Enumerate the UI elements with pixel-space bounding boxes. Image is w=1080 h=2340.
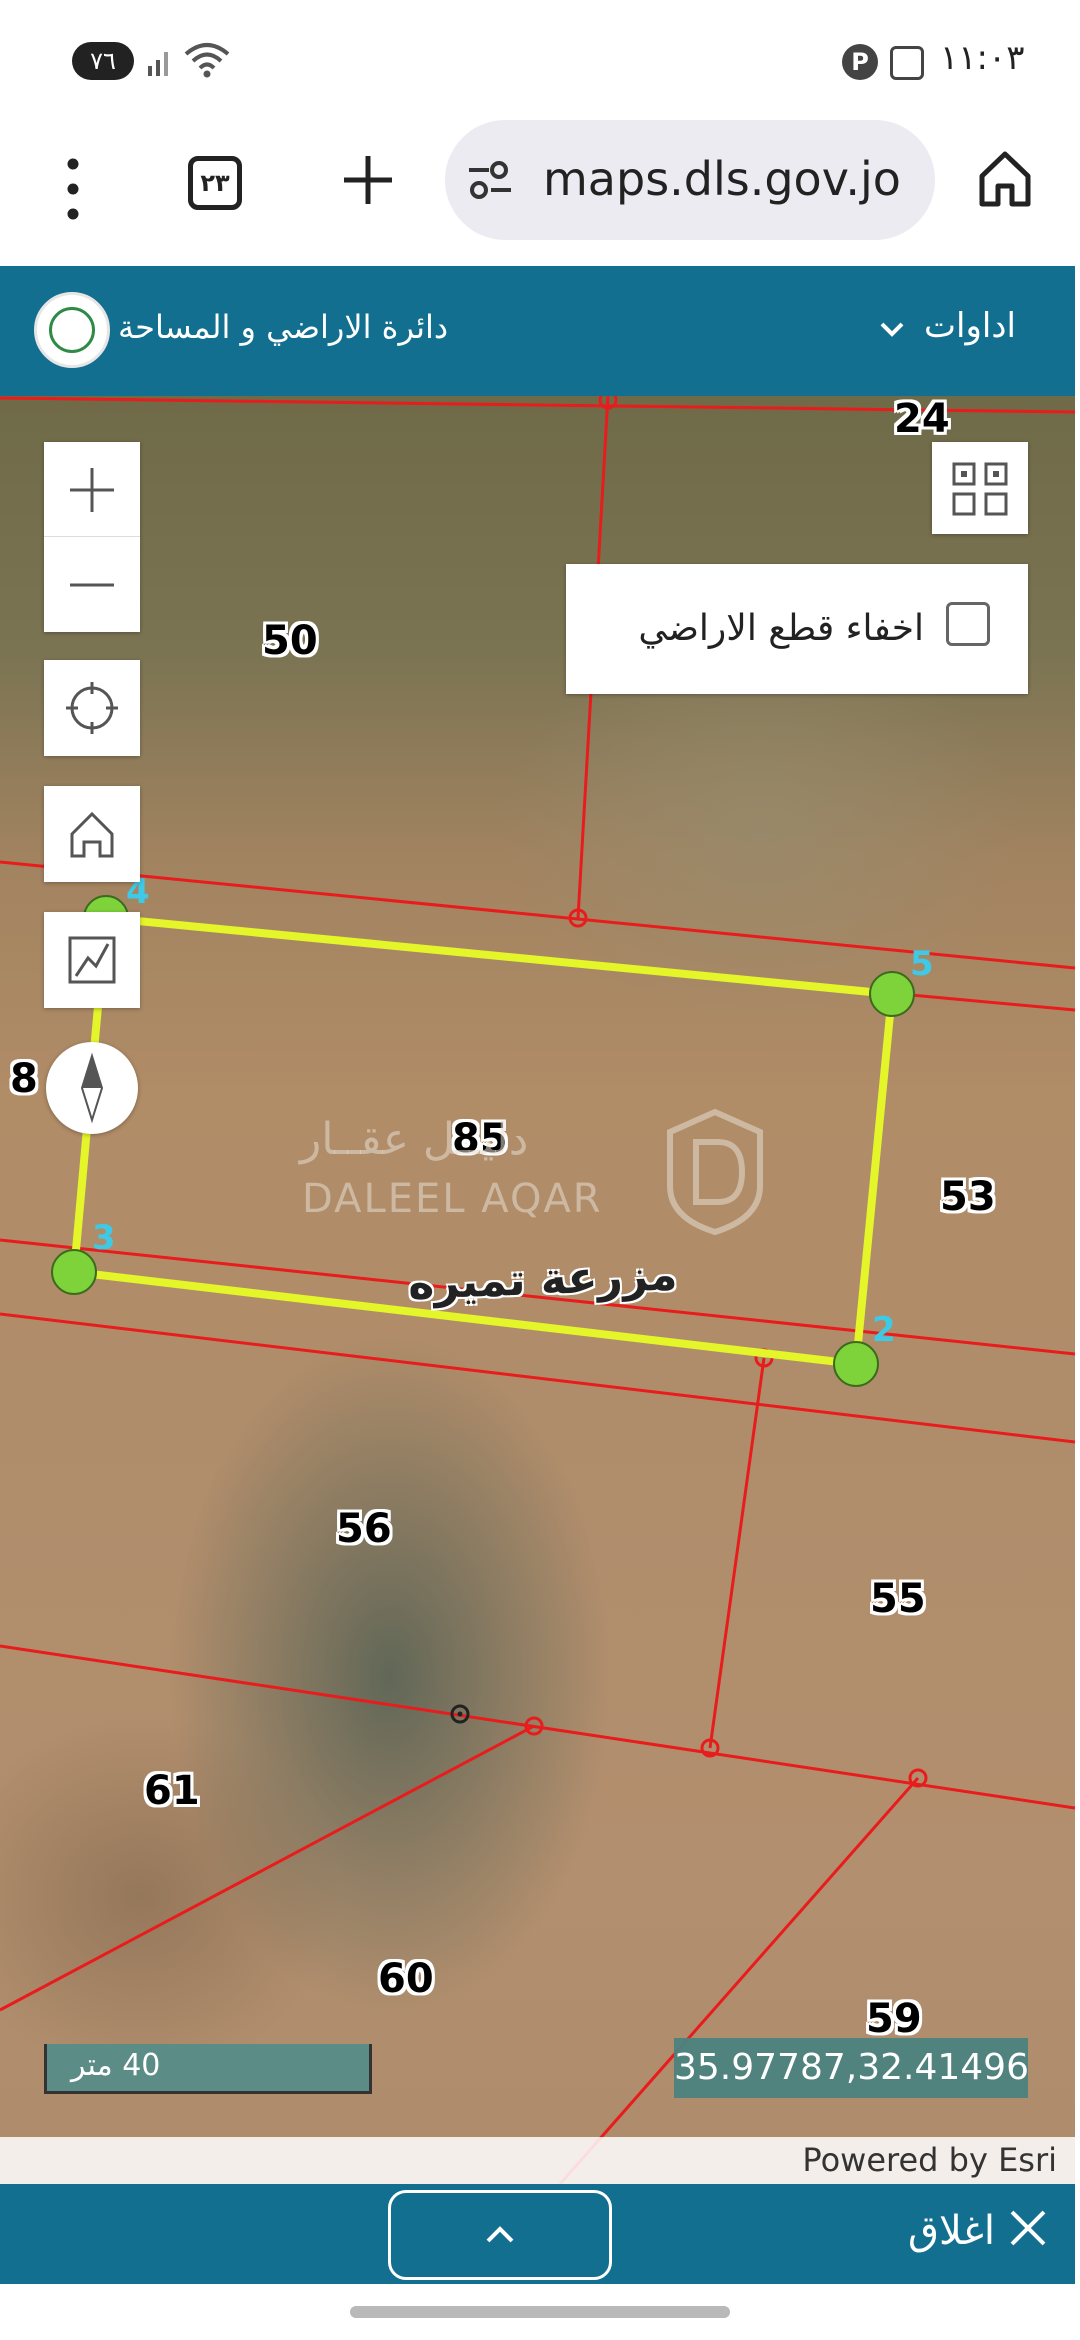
full-extent-button[interactable] <box>44 912 140 1008</box>
vertex-label: 5 <box>910 944 934 984</box>
parcel-label[interactable]: 60 <box>378 1956 434 2002</box>
compass-button[interactable] <box>46 1042 138 1134</box>
wifi-icon <box>184 43 230 78</box>
hide-parcels-label[interactable]: اخفاء قطع الاراضي <box>638 608 924 649</box>
battery-indicator: ٧٦ <box>72 42 134 80</box>
parcel-label[interactable]: 8 <box>10 1056 38 1102</box>
qr-code-icon <box>952 462 1008 516</box>
more-menu-icon[interactable] <box>58 154 88 224</box>
zoom-in-button[interactable] <box>44 442 140 537</box>
parcel-label[interactable]: 61 <box>144 1768 200 1814</box>
scale-bar: 40 متر <box>44 2044 372 2094</box>
default-extent-button[interactable] <box>44 786 140 882</box>
app-header: دائرة الاراضي و المساحة اداوات <box>0 266 1075 396</box>
home-icon <box>70 811 114 858</box>
parcel-label[interactable]: 24 <box>894 396 950 442</box>
map-view[interactable]: 24 50 85 53 56 55 61 60 59 8 4 5 3 2 دلي… <box>0 396 1075 2184</box>
status-bar: ٧٦ P ١١:٠٣ <box>0 0 1080 120</box>
url-text: maps.dls.gov.jo <box>543 152 901 206</box>
hide-parcels-panel: اخفاء قطع الاراضي <box>566 564 1028 694</box>
zoom-out-button[interactable] <box>44 537 140 632</box>
parcel-label[interactable]: 53 <box>940 1174 996 1220</box>
watermark-text-ar: دليــل عقــار <box>300 1114 529 1165</box>
crosshair-icon <box>66 682 118 734</box>
pinterest-icon: P <box>842 44 878 80</box>
coordinates-readout: 35.97787,32.41496 <box>674 2038 1029 2098</box>
locate-button[interactable] <box>44 660 140 756</box>
bottom-bar: اغلاق <box>0 2184 1075 2284</box>
home-icon[interactable] <box>976 148 1034 210</box>
hide-parcels-checkbox[interactable] <box>946 602 990 646</box>
tab-switcher-button[interactable]: ٢٣ <box>188 156 242 210</box>
expand-panel-button[interactable] <box>388 2190 612 2280</box>
tools-menu-label: اداوات <box>924 306 1016 346</box>
address-bar[interactable]: maps.dls.gov.jo <box>445 120 935 240</box>
parcel-label[interactable]: 55 <box>870 1576 926 1622</box>
map-extent-icon <box>68 936 116 984</box>
screenshot-icon <box>890 46 924 80</box>
map-attribution: Powered by Esri <box>0 2137 1075 2184</box>
watermark-logo <box>667 1108 763 1236</box>
site-settings-icon[interactable] <box>465 158 515 202</box>
browser-toolbar: ٢٣ maps.dls.gov.jo <box>0 120 1080 266</box>
chevron-down-icon[interactable] <box>876 318 908 342</box>
dls-logo <box>34 292 110 368</box>
signal-icon <box>148 52 168 76</box>
parcel-label[interactable]: 59 <box>866 1996 922 2042</box>
parcel-label[interactable]: 50 <box>262 618 318 664</box>
watermark-text-en: DALEEL AQAR <box>302 1176 603 1222</box>
new-tab-icon[interactable] <box>338 150 398 210</box>
parcel-label[interactable]: 56 <box>336 1506 392 1552</box>
scale-text: 40 متر <box>71 2048 161 2083</box>
clock: ١١:٠٣ <box>940 38 1025 78</box>
vertex-label: 2 <box>872 1310 896 1350</box>
minus-icon <box>70 583 114 587</box>
compass-icon <box>80 1052 104 1124</box>
qr-code-button[interactable] <box>932 442 1028 534</box>
attribution-text[interactable]: Powered by Esri <box>802 2141 1057 2179</box>
close-icon[interactable] <box>1006 2206 1050 2250</box>
farm-name-label: مزرعة تميره <box>407 1249 679 1310</box>
plus-icon <box>70 468 114 512</box>
chevron-up-icon <box>486 2226 514 2243</box>
zoom-controls <box>44 442 140 632</box>
vertex-label: 3 <box>92 1218 116 1258</box>
app-title: دائرة الاراضي و المساحة <box>118 308 449 346</box>
close-label[interactable]: اغلاق <box>908 2208 995 2254</box>
gesture-bar[interactable] <box>350 2306 730 2318</box>
